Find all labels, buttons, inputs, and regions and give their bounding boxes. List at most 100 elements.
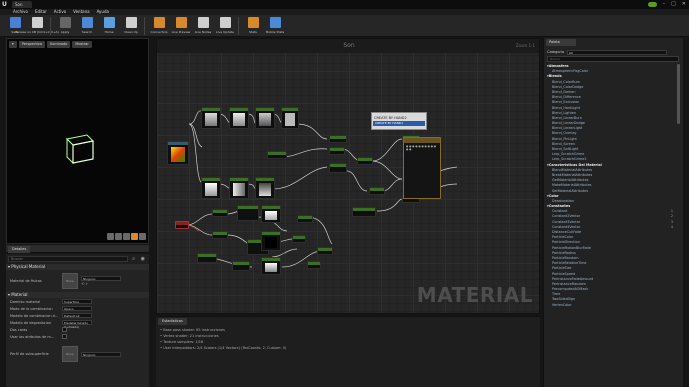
palette-item-label: Caracteristicas Del Material — [548, 162, 602, 167]
toolbar-button[interactable]: Apply — [54, 15, 76, 37]
toolbar-button[interactable]: Clean Up — [120, 15, 142, 37]
maximize-icon[interactable]: □ — [671, 1, 676, 8]
category-dropdown[interactable]: All — [567, 49, 668, 55]
material-graph[interactable]: Son Zoom 1:1 ● ● ● ● ● ● ● ● ● ● ● ● MAT… — [156, 38, 540, 314]
color-texture-node[interactable] — [167, 141, 189, 165]
palette-item-label: Blend_Difference — [552, 95, 581, 100]
wire — [186, 224, 213, 236]
graph-node[interactable] — [212, 209, 228, 217]
graph-node[interactable] — [329, 163, 347, 173]
lit-button[interactable]: Iluminado — [47, 41, 71, 48]
eye-icon[interactable]: ◉ — [141, 256, 145, 262]
graph-node[interactable] — [201, 177, 221, 199]
toolbar-button[interactable]: Live Update — [214, 15, 236, 37]
toolbar-button-icon — [175, 17, 187, 28]
perspective-button[interactable]: Perspectiva — [18, 41, 46, 48]
wire — [381, 178, 403, 192]
graph-node[interactable] — [197, 253, 217, 263]
toolbar-separator — [50, 17, 52, 35]
toolbar-button[interactable]: Search — [76, 15, 98, 37]
plane-icon[interactable] — [123, 233, 130, 240]
teapot-icon[interactable] — [139, 233, 146, 240]
physical-material-header: Physical Material — [11, 264, 46, 269]
property-dropdown[interactable]: Default Lit — [62, 313, 92, 318]
graph-node[interactable] — [255, 177, 275, 199]
toolbar-button-icon — [9, 17, 21, 28]
palette-item-label: PrecomputedAOMask — [552, 287, 589, 292]
palette-item-label: Blend_LinearLight — [552, 126, 583, 131]
property-checkbox[interactable] — [62, 334, 67, 339]
graph-node[interactable] — [352, 207, 376, 217]
property-checkbox[interactable] — [62, 327, 67, 332]
context-menu-item-selected[interactable]: CREATE BY HAND1 — [373, 121, 425, 126]
cube-icon[interactable] — [131, 233, 138, 240]
viewport-menu-button[interactable]: ▾ — [9, 41, 17, 48]
show-button[interactable]: Mostrar — [72, 41, 92, 48]
toolbar-button[interactable]: Stats — [242, 15, 264, 37]
sphere-icon[interactable] — [115, 233, 122, 240]
toolbar-button[interactable]: Browse on CB (Cmd+Ctrl+A) — [15, 15, 59, 37]
graph-node[interactable] — [357, 157, 373, 165]
graph-node[interactable] — [261, 205, 281, 223]
palette-scrollbar[interactable] — [677, 64, 680, 124]
toolbar-button-label: Live Update — [216, 30, 234, 34]
graph-node[interactable] — [261, 231, 281, 251]
graph-node[interactable] — [329, 147, 345, 155]
palette-item-label: ParticleColor — [552, 235, 574, 240]
wire — [226, 234, 248, 244]
graph-node[interactable] — [329, 135, 347, 143]
palette-item-label: TwoSidedSign — [552, 297, 576, 302]
phys-material-row: Material de fisicas None Ninguno ⟲ ⌕ — [6, 270, 149, 292]
graph-node[interactable] — [212, 231, 228, 239]
details-search-input[interactable]: Buscar — [8, 256, 128, 262]
graph-node[interactable] — [369, 187, 385, 195]
graph-node[interactable] — [237, 205, 259, 221]
toolbar-button[interactable]: Home — [98, 15, 120, 37]
material-result-node[interactable]: ● ● ● ● ● ● ● ● ● ● ● ● — [403, 137, 441, 199]
close-icon[interactable]: ✕ — [682, 1, 686, 8]
stats-line-text: Texture samplers: 1/16 — [163, 340, 204, 344]
preview-viewport[interactable]: ▾ Perspectiva Iluminado Mostrar — [6, 38, 149, 244]
graph-node[interactable] — [297, 215, 313, 223]
minimize-icon[interactable]: – — [663, 1, 666, 8]
palette-item-label: Blend_Overlay — [552, 131, 577, 136]
cylinder-icon[interactable] — [107, 233, 114, 240]
property-label: Dos caras — [10, 327, 28, 332]
palette-item-label: AtmosphericFogColor — [552, 69, 589, 74]
graph-node[interactable] — [229, 107, 249, 129]
palette-item-label: Constantes — [548, 204, 571, 209]
subsurface-dropdown[interactable]: Ninguno — [81, 351, 121, 357]
toolbar-button[interactable]: Connectors — [148, 15, 170, 37]
window-controls: – □ ✕ — [647, 1, 686, 8]
toolbar-button[interactable]: Mobile Stats — [264, 15, 286, 37]
graph-node[interactable] — [317, 247, 333, 255]
graph-node[interactable] — [307, 261, 321, 269]
subsurface-thumbnail[interactable]: None — [62, 346, 78, 362]
toolbar-button[interactable]: Live Preview — [170, 15, 192, 37]
details-tab[interactable]: Detalles — [8, 246, 31, 253]
graph-node[interactable] — [201, 107, 221, 129]
stats-tab[interactable]: Estadisticas — [158, 318, 187, 325]
phys-material-tools[interactable]: ⟲ ⌕ — [81, 281, 121, 286]
graph-node[interactable] — [232, 261, 250, 271]
graph-node[interactable] — [229, 177, 249, 199]
palette-item[interactable]: VertexColor — [547, 303, 675, 308]
red-param-node[interactable] — [175, 221, 189, 229]
palette-tab[interactable]: Paleta — [546, 39, 576, 46]
asset-tab[interactable]: Son — [12, 1, 32, 8]
palette-list: ▾Atmosfera AtmosphericFogColor ▾Blends Blen… — [547, 64, 675, 386]
graph-node[interactable] — [281, 107, 299, 129]
graph-node[interactable] — [267, 151, 287, 159]
property-dropdown[interactable]: Predeterminado (Lumiado) — [62, 320, 92, 329]
context-menu-item[interactable]: CREATE BY HAND2 — [372, 113, 426, 121]
notification-icon[interactable] — [647, 2, 657, 7]
graph-node[interactable] — [255, 107, 275, 129]
graph-node[interactable] — [292, 235, 306, 243]
graph-node[interactable] — [261, 257, 281, 275]
palette-item-label: ParticleRelativeTime — [552, 261, 587, 266]
property-dropdown[interactable]: Superficie — [62, 299, 92, 304]
property-dropdown[interactable]: Opaco — [62, 306, 92, 311]
phys-material-thumbnail[interactable]: None — [62, 273, 78, 289]
toolbar-button[interactable]: Live Nodes — [192, 15, 214, 37]
palette-search-input[interactable]: Buscar — [547, 56, 679, 62]
